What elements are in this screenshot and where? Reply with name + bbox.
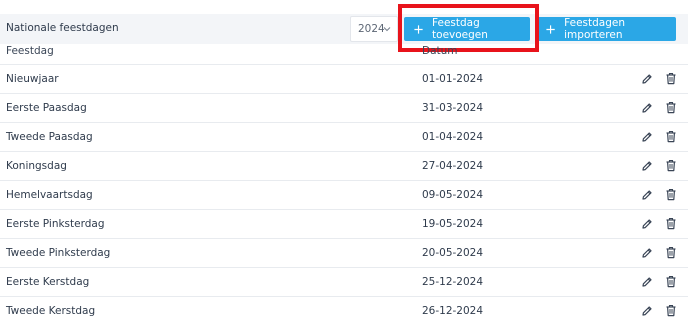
column-header-date: Datum — [422, 45, 458, 57]
holiday-name: Eerste Paasdag — [6, 102, 87, 114]
holiday-name: Hemelvaartsdag — [6, 189, 93, 201]
year-select-value: 2024 — [358, 23, 385, 35]
add-holiday-button[interactable]: Feestdag toevoegen — [404, 17, 530, 41]
trash-icon[interactable] — [665, 130, 677, 143]
holiday-date: 19-05-2024 — [422, 218, 484, 230]
table-row: Nieuwjaar 01-01-2024 — [0, 64, 688, 93]
holiday-date: 09-05-2024 — [422, 189, 484, 201]
pencil-icon[interactable] — [641, 276, 653, 288]
pencil-icon[interactable] — [641, 218, 653, 230]
pencil-icon[interactable] — [641, 131, 653, 143]
plus-icon — [414, 24, 423, 34]
pencil-icon[interactable] — [641, 102, 653, 114]
table-row: Eerste Paasdag 31-03-2024 — [0, 93, 688, 122]
holiday-name: Tweede Pinksterdag — [6, 247, 111, 259]
trash-icon[interactable] — [665, 72, 677, 85]
trash-icon[interactable] — [665, 188, 677, 201]
import-holidays-label: Feestdagen importeren — [564, 17, 625, 41]
trash-icon[interactable] — [665, 246, 677, 259]
holiday-date: 26-12-2024 — [422, 305, 484, 317]
page-title: Nationale feestdagen — [6, 22, 119, 34]
column-header-holiday: Feestdag — [6, 45, 54, 57]
pencil-icon[interactable] — [641, 160, 653, 172]
table-row: Tweede Kerstdag 26-12-2024 — [0, 296, 688, 321]
trash-icon[interactable] — [665, 159, 677, 172]
holiday-date: 01-04-2024 — [422, 131, 484, 143]
holiday-date: 01-01-2024 — [422, 73, 484, 85]
holiday-date: 20-05-2024 — [422, 247, 484, 259]
holiday-date: 27-04-2024 — [422, 160, 484, 172]
add-holiday-label: Feestdag toevoegen — [432, 17, 488, 41]
trash-icon[interactable] — [665, 217, 677, 230]
import-holidays-button[interactable]: Feestdagen importeren — [536, 17, 676, 41]
chevron-down-icon — [383, 27, 391, 32]
table-row: Hemelvaartsdag 09-05-2024 — [0, 180, 688, 209]
holiday-date: 25-12-2024 — [422, 276, 484, 288]
pencil-icon[interactable] — [641, 189, 653, 201]
plus-icon — [546, 24, 555, 34]
table-row: Eerste Pinksterdag 19-05-2024 — [0, 209, 688, 238]
holiday-date: 31-03-2024 — [422, 102, 484, 114]
pencil-icon[interactable] — [641, 305, 653, 317]
holiday-name: Tweede Paasdag — [6, 131, 93, 143]
pencil-icon[interactable] — [641, 247, 653, 259]
holiday-name: Tweede Kerstdag — [6, 305, 96, 317]
table-row: Tweede Pinksterdag 20-05-2024 — [0, 238, 688, 267]
holiday-name: Eerste Kerstdag — [6, 276, 90, 288]
pencil-icon[interactable] — [641, 73, 653, 85]
table-row: Tweede Paasdag 01-04-2024 — [0, 122, 688, 151]
holiday-name: Koningsdag — [6, 160, 67, 172]
table-row: Eerste Kerstdag 25-12-2024 — [0, 267, 688, 296]
trash-icon[interactable] — [665, 101, 677, 114]
year-select[interactable]: 2024 — [350, 16, 398, 42]
table-row: Koningsdag 27-04-2024 — [0, 151, 688, 180]
trash-icon[interactable] — [665, 275, 677, 288]
toolbar: Nationale feestdagen 2024 Feestdag toevo… — [0, 14, 688, 44]
holiday-name: Eerste Pinksterdag — [6, 218, 105, 230]
trash-icon[interactable] — [665, 304, 677, 317]
holiday-name: Nieuwjaar — [6, 73, 59, 85]
